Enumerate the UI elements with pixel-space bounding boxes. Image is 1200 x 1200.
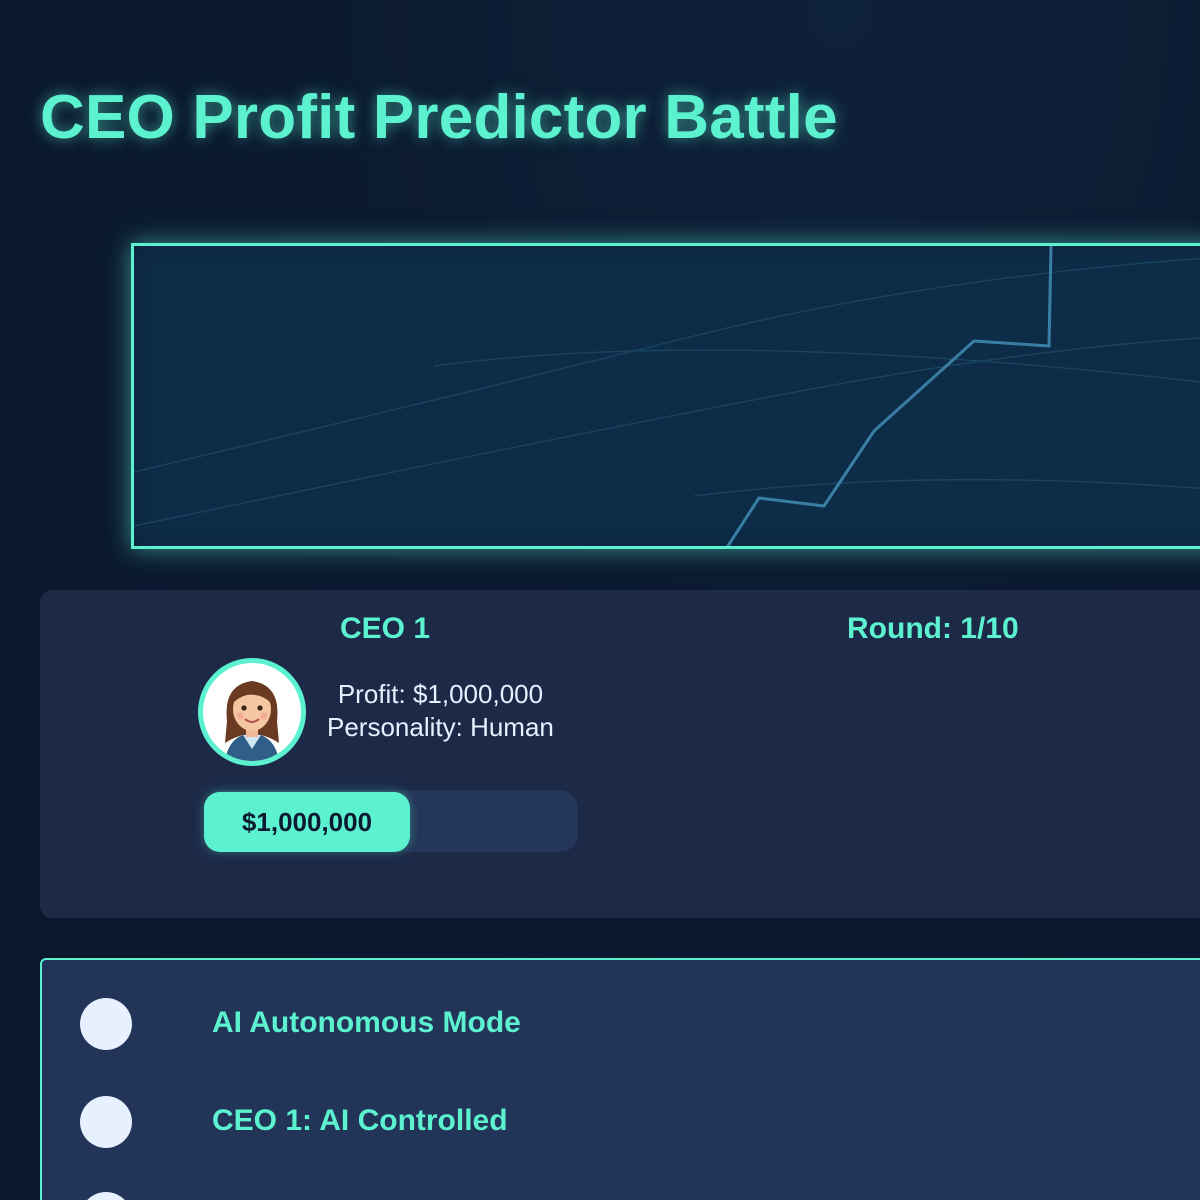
third-option-toggle[interactable] xyxy=(80,1192,132,1200)
profit-text: Profit: $1,000,000 xyxy=(337,679,544,709)
ceo-panel: CEO 1 Round: 1/10 Profit: $1,000,000 Per… xyxy=(40,590,1200,918)
ceo1-ai-label: CEO 1: AI Controlled xyxy=(212,1104,508,1137)
chart-grid-line xyxy=(134,337,1200,527)
chart-grid-line xyxy=(433,349,1200,383)
profit-chart xyxy=(131,243,1200,549)
profit-chart-svg xyxy=(134,246,1200,546)
ceo1-ai-toggle[interactable] xyxy=(80,1096,132,1148)
page-title: CEO Profit Predictor Battle xyxy=(40,83,838,152)
personality-text: Personality: Human xyxy=(327,712,554,742)
profit-line xyxy=(726,246,1053,546)
ceo1-ai-row[interactable]: CEO 1: AI Controlled xyxy=(42,1096,1200,1156)
ai-autonomous-toggle[interactable] xyxy=(80,998,132,1050)
controls-panel: AI Autonomous Mode CEO 1: AI Controlled xyxy=(40,958,1200,1200)
profit-bar-fill: $1,000,000 xyxy=(204,792,410,852)
ai-autonomous-label: AI Autonomous Mode xyxy=(212,1006,521,1039)
profit-bar: $1,000,000 xyxy=(204,790,578,852)
woman-avatar-icon xyxy=(198,658,306,766)
ceo-name: CEO 1 xyxy=(340,612,431,645)
chart-grid-line xyxy=(134,257,1200,473)
ceo-info: Profit: $1,000,000 Personality: Human xyxy=(327,678,554,744)
chart-grid-line xyxy=(693,478,1200,497)
ai-autonomous-row[interactable]: AI Autonomous Mode xyxy=(42,998,1200,1058)
round-counter: Round: 1/10 xyxy=(847,612,1019,645)
third-option-row[interactable] xyxy=(42,1192,1200,1200)
